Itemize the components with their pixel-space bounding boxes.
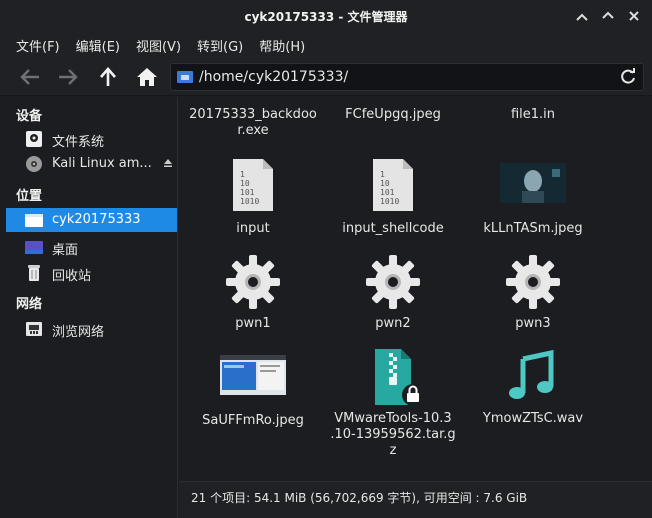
file-name: input: [236, 221, 270, 236]
sidebar-item-label: Kali Linux am...: [52, 156, 152, 171]
sidebar-item-trash[interactable]: 回收站: [6, 261, 177, 285]
file-item[interactable]: YmowZTsC.wav: [463, 347, 603, 433]
sidebar-item-home[interactable]: cyk20175333: [6, 208, 177, 232]
gear-icon: [366, 255, 420, 309]
svg-text:1010: 1010: [380, 197, 399, 206]
file-name: input_shellcode: [342, 221, 444, 236]
sidebar-item-label: 浏览网络: [52, 325, 105, 340]
svg-text:1: 1: [380, 170, 385, 179]
network-icon: [26, 322, 42, 336]
sidebar-item-label: cyk20175333: [52, 212, 141, 227]
file-view: 20175333_backdoo r.exe FCfeUpgq.jpeg fil…: [179, 97, 652, 481]
file-item[interactable]: pwn1: [183, 252, 323, 332]
file-item[interactable]: SaUFFmRo.jpeg: [183, 347, 323, 433]
sidebar: 设备 文件系统 Kali Linux am... 位置 cyk20175333 …: [0, 97, 178, 518]
file-item[interactable]: VMwareTools-10.3 .10-13959562.tar.g z: [323, 347, 463, 467]
svg-text:1010: 1010: [240, 197, 259, 206]
archive-lock-icon: [375, 349, 423, 406]
image-thumbnail-icon: [220, 355, 286, 395]
file-name: pwn3: [515, 316, 551, 331]
sidebar-item-label: 回收站: [52, 269, 92, 284]
window-title: cyk20175333 - 文件管理器: [244, 10, 408, 24]
gear-icon: [226, 255, 280, 309]
sidebar-item-label: 文件系统: [52, 135, 105, 150]
sidebar-heading-places: 位置: [16, 189, 43, 204]
folder-home-icon: [177, 71, 193, 83]
sidebar-item-filesystem[interactable]: 文件系统: [6, 127, 177, 151]
sidebar-item-label: 桌面: [52, 243, 79, 258]
arrow-left-icon: [20, 69, 39, 85]
svg-text:101: 101: [240, 188, 255, 197]
gear-icon: [506, 255, 560, 309]
file-item[interactable]: pwn3: [463, 252, 603, 332]
sidebar-item-kali-disc[interactable]: Kali Linux am...: [6, 152, 177, 176]
svg-text:10: 10: [380, 179, 390, 188]
binary-file-icon: 1 10 101 1010: [233, 159, 273, 211]
file-item[interactable]: kLLnTASm.jpeg: [463, 155, 603, 241]
svg-text:10: 10: [240, 179, 250, 188]
arrow-right-icon: [59, 69, 78, 85]
window-controls: [572, 6, 644, 26]
maximize-icon: [602, 11, 614, 19]
menu-edit[interactable]: 编辑(E): [68, 32, 128, 58]
music-note-icon: [509, 349, 554, 399]
minimize-button[interactable]: [572, 6, 592, 26]
sidebar-heading-devices: 设备: [16, 109, 43, 124]
binary-file-icon: 1 10 101 1010: [373, 159, 413, 211]
file-name: pwn1: [235, 316, 271, 331]
image-thumbnail-icon: [500, 163, 566, 203]
file-name: FCfeUpgq.jpeg: [345, 107, 441, 122]
location-bar[interactable]: /home/cyk20175333/: [170, 63, 644, 91]
maximize-button[interactable]: [598, 6, 618, 26]
menu-help[interactable]: 帮助(H): [251, 32, 313, 58]
arrow-up-icon: [100, 67, 116, 86]
file-item[interactable]: FCfeUpgq.jpeg: [323, 97, 463, 127]
file-name: 20175333_backdoo r.exe: [189, 107, 317, 138]
file-name: file1.in: [510, 107, 556, 122]
sidebar-item-desktop[interactable]: 桌面: [6, 235, 177, 259]
trash-icon: [28, 265, 40, 281]
svg-text:101: 101: [380, 188, 395, 197]
file-item[interactable]: 1 10 101 1010 input: [183, 155, 323, 241]
sidebar-heading-network: 网络: [16, 297, 43, 312]
location-path: /home/cyk20175333/: [199, 69, 349, 85]
title-bar: cyk20175333 - 文件管理器: [0, 0, 652, 32]
home-icon: [137, 68, 157, 86]
minimize-icon: [576, 13, 588, 21]
menu-file[interactable]: 文件(F): [8, 32, 68, 58]
sidebar-item-browse-network[interactable]: 浏览网络: [6, 317, 177, 341]
file-item[interactable]: 1 10 101 1010 input_shellcode: [323, 155, 463, 241]
file-item[interactable]: file1.in: [463, 97, 603, 127]
close-icon: [629, 11, 639, 21]
desktop-icon: [25, 241, 43, 254]
file-item[interactable]: pwn2: [323, 252, 463, 332]
status-bar: 21 个项目: 54.1 MiB (56,702,669 字节), 可用空间 :…: [179, 481, 652, 518]
file-name: VMwareTools-10.3 .10-13959562.tar.g z: [330, 411, 456, 458]
eject-icon[interactable]: [163, 158, 173, 168]
menu-view[interactable]: 视图(V): [128, 32, 189, 58]
menu-go[interactable]: 转到(G): [189, 32, 251, 58]
reload-icon[interactable]: [619, 68, 637, 86]
file-name: YmowZTsC.wav: [482, 411, 584, 426]
file-name: SaUFFmRo.jpeg: [202, 413, 304, 428]
file-name: pwn2: [375, 316, 411, 331]
home-button[interactable]: [133, 64, 161, 90]
forward-button[interactable]: [54, 64, 82, 90]
disc-icon: [26, 156, 42, 172]
file-item[interactable]: 20175333_backdoo r.exe: [183, 97, 323, 147]
close-button[interactable]: [624, 6, 644, 26]
menu-bar: 文件(F) 编辑(E) 视图(V) 转到(G) 帮助(H): [0, 32, 652, 58]
svg-text:1: 1: [240, 170, 245, 179]
home-folder-icon: [25, 214, 43, 227]
status-text: 21 个项目: 54.1 MiB (56,702,669 字节), 可用空间 :…: [191, 491, 528, 505]
file-name: kLLnTASm.jpeg: [483, 221, 583, 236]
up-button[interactable]: [94, 64, 122, 90]
back-button[interactable]: [16, 64, 44, 90]
drive-icon: [26, 131, 42, 147]
